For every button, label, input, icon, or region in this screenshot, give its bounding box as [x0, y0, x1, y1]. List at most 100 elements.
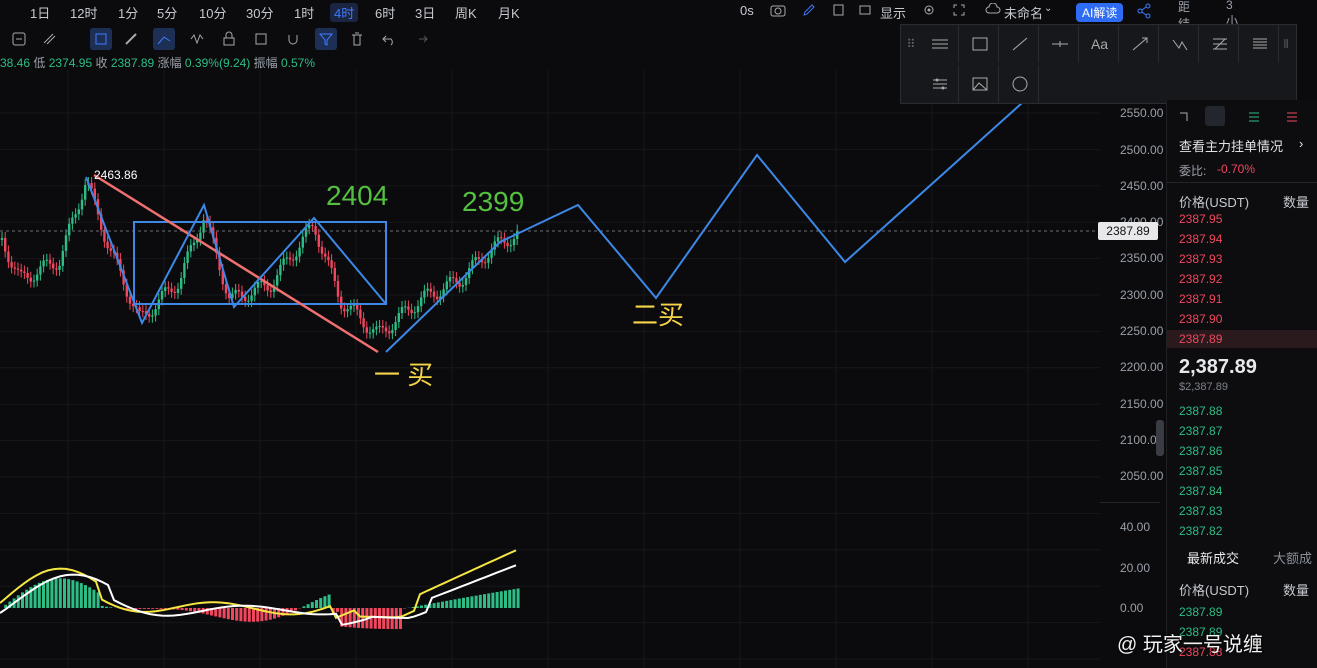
candle: [237, 289, 240, 292]
tf-10m[interactable]: 10分: [199, 3, 226, 22]
image-icon[interactable]: [961, 65, 999, 103]
tf-12h[interactable]: 12时: [70, 3, 97, 22]
bid-row[interactable]: 2387.83: [1179, 504, 1222, 518]
tf-4h[interactable]: 4时: [330, 3, 359, 22]
asks-view-icon[interactable]: [1285, 110, 1299, 127]
layout-name-dropdown[interactable]: 未命名: [1004, 3, 1043, 22]
chevron-right-icon[interactable]: ›: [1299, 136, 1303, 151]
tab-latest-trades[interactable]: 最新成交: [1187, 548, 1239, 567]
panel-toggle-icon[interactable]: [1177, 110, 1191, 127]
candle: [192, 242, 196, 246]
macd-bar: [357, 608, 360, 628]
redo-icon[interactable]: [410, 28, 432, 50]
bid-row[interactable]: 2387.87: [1179, 424, 1222, 438]
macd-bar: [462, 597, 465, 608]
ask-row[interactable]: 2387.90: [1179, 312, 1222, 326]
camera-icon[interactable]: [770, 3, 786, 20]
ask-row[interactable]: 2387.93: [1179, 252, 1222, 266]
price-chart[interactable]: [0, 70, 1100, 668]
orderbook-title[interactable]: 查看主力挂单情况: [1179, 136, 1283, 155]
candle: [436, 296, 439, 300]
tf-30m[interactable]: 30分: [246, 3, 273, 22]
candle: [266, 285, 269, 291]
display-button[interactable]: 显示: [880, 3, 906, 22]
template-icon[interactable]: [250, 28, 272, 50]
horizontal-ray-icon[interactable]: [1041, 25, 1079, 63]
candle: [388, 331, 391, 334]
tf-1d[interactable]: 1日: [30, 3, 50, 22]
ask-row[interactable]: 2387.92: [1179, 272, 1222, 286]
bid-row[interactable]: 2387.86: [1179, 444, 1222, 458]
tf-1m[interactable]: 1分: [118, 3, 138, 22]
macd-bar: [323, 596, 327, 608]
circle-icon[interactable]: [1001, 65, 1039, 103]
wave-tool-icon[interactable]: [1161, 25, 1199, 63]
bid-row[interactable]: 2387.88: [1179, 404, 1222, 418]
tf-6h[interactable]: 6时: [375, 3, 395, 22]
bid-row[interactable]: 2387.84: [1179, 484, 1222, 498]
text-tool-icon[interactable]: Aa: [1081, 25, 1119, 63]
ai-analysis-button[interactable]: AI解读: [1076, 3, 1124, 22]
bid-row[interactable]: 2387.85: [1179, 464, 1222, 478]
rectangle-icon[interactable]: [961, 25, 999, 63]
fullscreen-icon[interactable]: [952, 3, 966, 20]
lock-icon[interactable]: [218, 28, 240, 50]
filter-icon[interactable]: [315, 28, 337, 50]
chevron-down-icon[interactable]: ⌄: [1044, 3, 1052, 14]
candle: [320, 246, 324, 254]
eraser-icon[interactable]: [38, 28, 60, 50]
ohlc-info: 38.46 低 2374.95 收 2387.89 涨幅 0.39%(9.24)…: [0, 54, 315, 71]
candle: [432, 291, 436, 297]
panel-resize-handle[interactable]: [1156, 420, 1164, 456]
display-icon[interactable]: [858, 3, 872, 20]
tf-3d[interactable]: 3日: [415, 3, 435, 22]
trendline-icon[interactable]: [153, 28, 175, 50]
fib-icon[interactable]: [1201, 25, 1239, 63]
macd-bar: [504, 590, 507, 608]
macd-bar: [151, 608, 155, 609]
candle: [413, 312, 416, 314]
pattern-icon[interactable]: [186, 28, 208, 50]
candle: [372, 329, 375, 333]
select-tool-icon[interactable]: [90, 28, 112, 50]
pen-icon[interactable]: [802, 3, 816, 20]
ask-row[interactable]: 2387.89: [1179, 332, 1222, 346]
watermark: @ 玩家一号说缠: [1117, 634, 1263, 656]
copy-icon[interactable]: [832, 3, 846, 20]
macd-bar: [147, 608, 150, 609]
trash-icon[interactable]: [346, 28, 368, 50]
drag-handle-icon[interactable]: ⠿: [901, 25, 921, 63]
candle: [61, 250, 64, 266]
ask-row[interactable]: 2387.95: [1179, 212, 1222, 226]
macd-bar: [226, 608, 230, 620]
bids-view-icon[interactable]: [1247, 110, 1261, 127]
candle: [173, 291, 176, 293]
bid-row[interactable]: 2387.82: [1179, 524, 1222, 538]
macd-bar: [138, 608, 142, 609]
settings-icon[interactable]: [922, 3, 936, 20]
timeframe-bar: 1日 12时 1分 5分 10分 30分 1时 4时 6时 3日 周K 月K 0…: [0, 0, 1238, 62]
undo-icon[interactable]: [378, 28, 400, 50]
share-icon[interactable]: [1136, 3, 1152, 22]
adjust-icon[interactable]: [921, 65, 959, 103]
arrow-line-icon[interactable]: [1121, 25, 1159, 63]
ruler-icon[interactable]: [120, 28, 142, 50]
candle: [154, 309, 157, 316]
ask-row[interactable]: 2387.94: [1179, 232, 1222, 246]
sync-icon[interactable]: [8, 28, 30, 50]
tf-1h[interactable]: 1时: [294, 3, 314, 22]
tf-5m[interactable]: 5分: [157, 3, 177, 22]
ray-icon[interactable]: [1001, 25, 1039, 63]
orderbook-view-icon[interactable]: [1205, 106, 1225, 126]
cloud-icon[interactable]: [985, 2, 1001, 18]
macd-bar: [516, 588, 520, 608]
hline-icon[interactable]: [921, 25, 959, 63]
magnet-icon[interactable]: [282, 28, 304, 50]
tab-large-trades[interactable]: 大额成: [1273, 548, 1312, 567]
col-qty: 数量: [1283, 195, 1310, 210]
pin-icon[interactable]: ⫼: [1277, 25, 1295, 63]
fib-fan-icon[interactable]: [1241, 25, 1279, 63]
tf-month[interactable]: 月K: [498, 3, 520, 22]
tf-week[interactable]: 周K: [455, 3, 477, 22]
ask-row[interactable]: 2387.91: [1179, 292, 1222, 306]
